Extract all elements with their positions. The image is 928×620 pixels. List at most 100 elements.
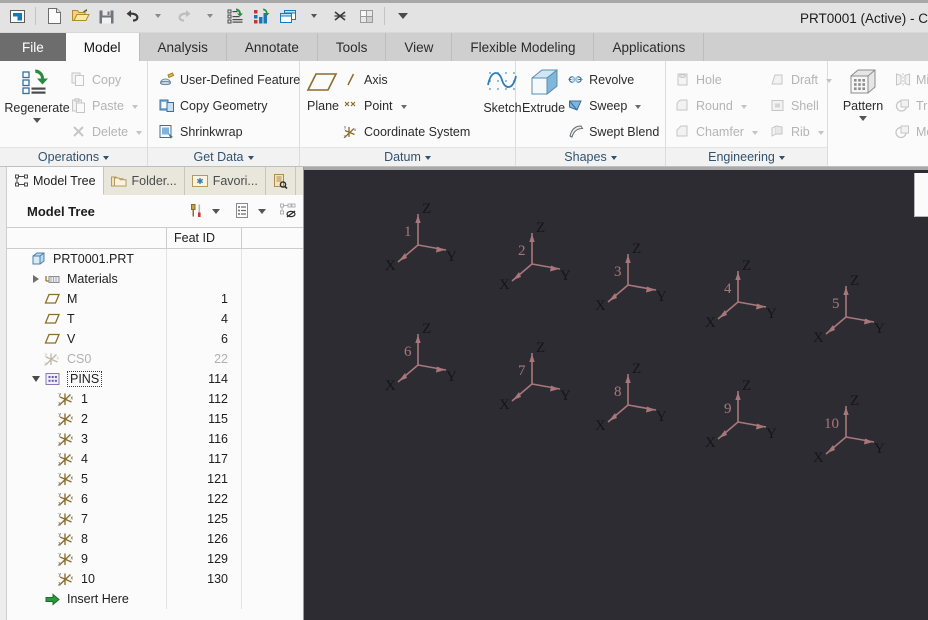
tree-row[interactable]: y z x10130 <box>7 569 303 589</box>
column-header-feat-id[interactable]: Feat ID <box>167 228 242 248</box>
undo-dropdown-icon[interactable] <box>145 4 171 28</box>
tab-flexible-modeling[interactable]: Flexible Modeling <box>452 33 594 61</box>
sweep-button[interactable]: Sweep <box>565 93 664 118</box>
tab-tools[interactable]: Tools <box>318 33 387 61</box>
tree-row[interactable]: y z x4117 <box>7 449 303 469</box>
undo-icon[interactable] <box>119 4 145 28</box>
user-defined-feature-button[interactable]: User-Defined Feature <box>156 67 305 92</box>
coordinate-system-marker[interactable]: ZYX4 <box>702 262 772 332</box>
pattern-button[interactable]: Pattern <box>834 66 892 121</box>
coordinate-system-marker[interactable]: ZYX8 <box>592 365 662 435</box>
regenerate-dropdown-icon[interactable] <box>33 118 41 123</box>
tree-row[interactable]: PINS114 <box>7 369 303 389</box>
coordinate-system-button[interactable]: y z x Coordinate System <box>340 119 475 144</box>
sidebar-tab-model-tree[interactable]: Model Tree <box>7 167 104 195</box>
axis-label-y: Y <box>560 268 571 285</box>
tab-file[interactable]: File <box>0 33 66 61</box>
shrinkwrap-button[interactable]: Shrinkwrap <box>156 119 305 144</box>
regenerate-icon[interactable] <box>223 4 249 28</box>
column-header-blank[interactable] <box>242 228 303 248</box>
shrinkwrap-icon <box>158 123 175 140</box>
chevron-right-icon[interactable] <box>29 275 43 283</box>
coordinate-system-marker[interactable]: ZYX1 <box>382 205 452 275</box>
operations-group-title[interactable]: Operations <box>0 147 147 166</box>
tab-model[interactable]: Model <box>66 33 140 61</box>
new-icon[interactable] <box>41 4 67 28</box>
tree-row[interactable]: PRT0001.PRT <box>7 249 303 269</box>
tree-row[interactable]: Materials <box>7 269 303 289</box>
tree-row-extra-cell <box>242 569 303 589</box>
tree-row[interactable]: y z x9129 <box>7 549 303 569</box>
axis-button[interactable]: Axis <box>340 67 475 92</box>
column-header-name[interactable] <box>7 228 167 248</box>
pattern-label: Pattern <box>843 100 883 113</box>
tree-row[interactable]: y z x8126 <box>7 529 303 549</box>
get-data-group-title[interactable]: Get Data <box>148 147 299 166</box>
graphics-viewport[interactable]: ZYX1 ZYX2 ZYX3 ZYX4 ZYX5 ZYX6 ZYX7 ZYX8 ZYX9 ZYX1… <box>304 167 928 620</box>
tree-row[interactable]: y z x5121 <box>7 469 303 489</box>
shapes-group-title[interactable]: Shapes <box>516 147 665 166</box>
redo-icon[interactable] <box>171 4 197 28</box>
merge-label: Merg <box>916 125 928 139</box>
tree-row[interactable]: T4 <box>7 309 303 329</box>
chevron-down-icon[interactable] <box>29 376 43 382</box>
copy-geometry-button[interactable]: Copy Geometry <box>156 93 305 118</box>
tree-row[interactable]: y z x6122 <box>7 489 303 509</box>
revolve-button[interactable]: Revolve <box>565 67 664 92</box>
tree-row[interactable]: y z x7125 <box>7 509 303 529</box>
open-icon[interactable] <box>67 4 93 28</box>
coordinate-system-marker[interactable]: ZYX10 <box>810 397 880 467</box>
tree-row-label: 4 <box>81 452 88 466</box>
axis-label-y: Y <box>766 426 777 443</box>
hide-tree-icon[interactable] <box>280 203 297 220</box>
tree-row[interactable]: M1 <box>7 289 303 309</box>
sidebar-tab-favorites[interactable]: Favori... <box>185 167 266 195</box>
tree-row[interactable]: V6 <box>7 329 303 349</box>
sidebar-tab-folder-browser[interactable]: Folder... <box>104 167 185 195</box>
app-menu-icon[interactable] <box>4 4 30 28</box>
tab-analysis[interactable]: Analysis <box>140 33 227 61</box>
save-icon[interactable] <box>93 4 119 28</box>
sidebar-tab-search[interactable] <box>266 167 296 195</box>
tab-view[interactable]: View <box>386 33 452 61</box>
regenerate-button[interactable]: Regenerate <box>6 66 68 123</box>
swept-blend-button[interactable]: Swept Blend <box>565 119 664 144</box>
model-tree-list[interactable]: PRT0001.PRT Materials M1 T4 V6 y z xCS02… <box>7 249 303 620</box>
insert-here-icon <box>43 593 62 606</box>
tab-annotate[interactable]: Annotate <box>227 33 318 61</box>
layout-icon[interactable] <box>353 4 379 28</box>
repaint-icon[interactable] <box>249 4 275 28</box>
sweep-dropdown-icon[interactable] <box>635 105 641 109</box>
point-button[interactable]: Point <box>340 93 475 118</box>
datum-group-title[interactable]: Datum <box>300 147 515 166</box>
display-list-icon[interactable] <box>234 203 251 220</box>
point-dropdown-icon[interactable] <box>401 105 407 109</box>
plane-button[interactable]: Plane <box>306 66 340 113</box>
settings-tools-icon[interactable] <box>188 203 205 220</box>
tree-row[interactable]: Insert Here <box>7 589 303 609</box>
tree-row[interactable]: y z xCS022 <box>7 349 303 369</box>
tree-row[interactable]: y z x1112 <box>7 389 303 409</box>
settings-dropdown-icon[interactable] <box>212 209 220 214</box>
coordinate-system-marker[interactable]: ZYX5 <box>810 277 880 347</box>
svg-text:x: x <box>71 456 74 462</box>
display-dropdown-icon[interactable] <box>258 209 266 214</box>
close-window-icon[interactable] <box>327 4 353 28</box>
coordinate-system-marker[interactable]: ZYX9 <box>702 382 772 452</box>
coordinate-system-marker[interactable]: ZYX7 <box>496 344 566 414</box>
copy-icon <box>70 71 87 88</box>
coordinate-system-marker[interactable]: ZYX3 <box>592 245 662 315</box>
tree-row[interactable]: y z x3116 <box>7 429 303 449</box>
redo-dropdown-icon[interactable] <box>197 4 223 28</box>
tree-row[interactable]: y z x2115 <box>7 409 303 429</box>
engineering-group-title[interactable]: Engineering <box>666 147 827 166</box>
window-dropdown-icon[interactable] <box>301 4 327 28</box>
extrude-button[interactable]: Extrude <box>522 66 565 115</box>
pattern-dropdown-icon[interactable] <box>859 116 867 121</box>
csys-icon: y z x <box>57 471 76 487</box>
tab-applications[interactable]: Applications <box>594 33 704 61</box>
customize-qat-icon[interactable] <box>390 4 416 28</box>
coordinate-system-marker[interactable]: ZYX2 <box>496 224 566 294</box>
coordinate-system-marker[interactable]: ZYX6 <box>382 325 452 395</box>
window-icon[interactable] <box>275 4 301 28</box>
